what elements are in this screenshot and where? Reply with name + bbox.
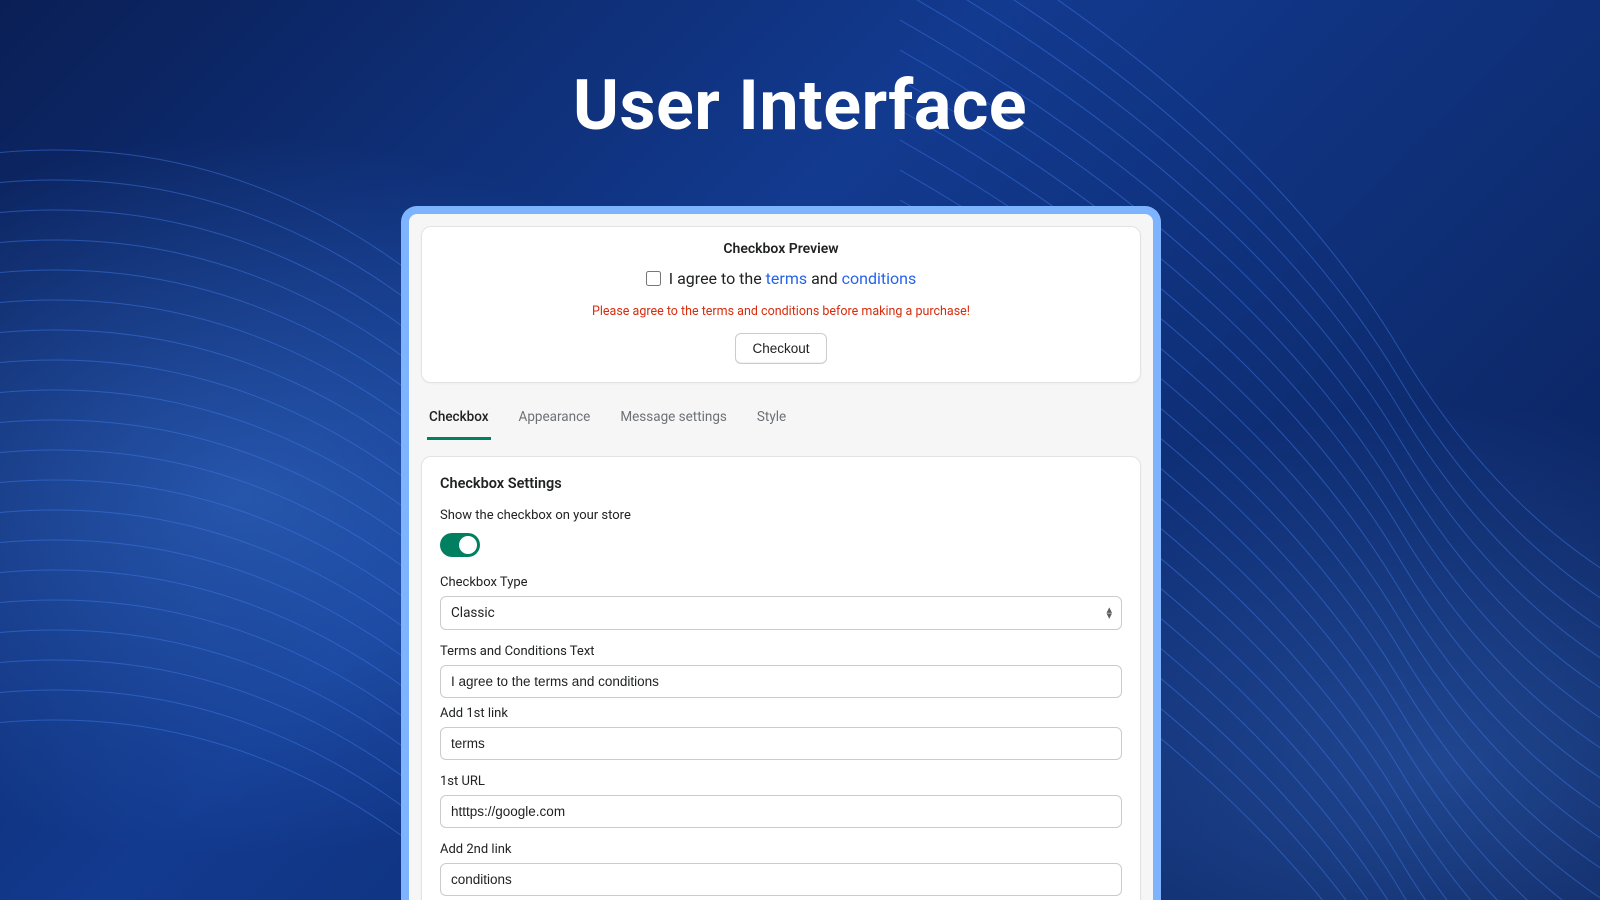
link1-label: Add 1st link <box>440 706 1122 721</box>
agree-prefix: I agree to the <box>669 269 766 288</box>
tabs: Checkbox Appearance Message settings Sty… <box>421 393 1141 440</box>
checkout-button[interactable]: Checkout <box>735 333 826 364</box>
link2-input[interactable] <box>440 863 1122 896</box>
settings-heading: Checkbox Settings <box>440 475 1122 492</box>
link2-label: Add 2nd link <box>440 842 1122 857</box>
show-toggle[interactable] <box>440 533 480 557</box>
checkbox-type-select[interactable]: Classic <box>440 596 1122 630</box>
warning-text: Please agree to the terms and conditions… <box>440 304 1122 319</box>
app-frame: Checkbox Preview I agree to the terms an… <box>401 206 1161 900</box>
agree-joiner: and <box>807 269 842 288</box>
agree-text: I agree to the terms and conditions <box>669 269 916 288</box>
tab-checkbox[interactable]: Checkbox <box>427 403 491 440</box>
tab-style[interactable]: Style <box>755 403 788 440</box>
toggle-knob <box>459 536 477 554</box>
tab-appearance[interactable]: Appearance <box>517 403 593 440</box>
show-toggle-label: Show the checkbox on your store <box>440 508 1122 523</box>
url1-label: 1st URL <box>440 774 1122 789</box>
agree-line: I agree to the terms and conditions <box>646 269 916 288</box>
preview-heading: Checkbox Preview <box>440 241 1122 257</box>
preview-card: Checkbox Preview I agree to the terms an… <box>421 226 1141 383</box>
settings-card: Checkbox Settings Show the checkbox on y… <box>421 456 1141 900</box>
terms-text-input[interactable] <box>440 665 1122 698</box>
terms-link[interactable]: terms <box>766 269 807 288</box>
checkbox-type-label: Checkbox Type <box>440 575 1122 590</box>
conditions-link[interactable]: conditions <box>842 269 917 288</box>
agree-checkbox[interactable] <box>646 271 661 286</box>
tab-message-settings[interactable]: Message settings <box>618 403 729 440</box>
url1-input[interactable] <box>440 795 1122 828</box>
page-title: User Interface <box>0 0 1600 147</box>
terms-text-label: Terms and Conditions Text <box>440 644 1122 659</box>
link1-input[interactable] <box>440 727 1122 760</box>
